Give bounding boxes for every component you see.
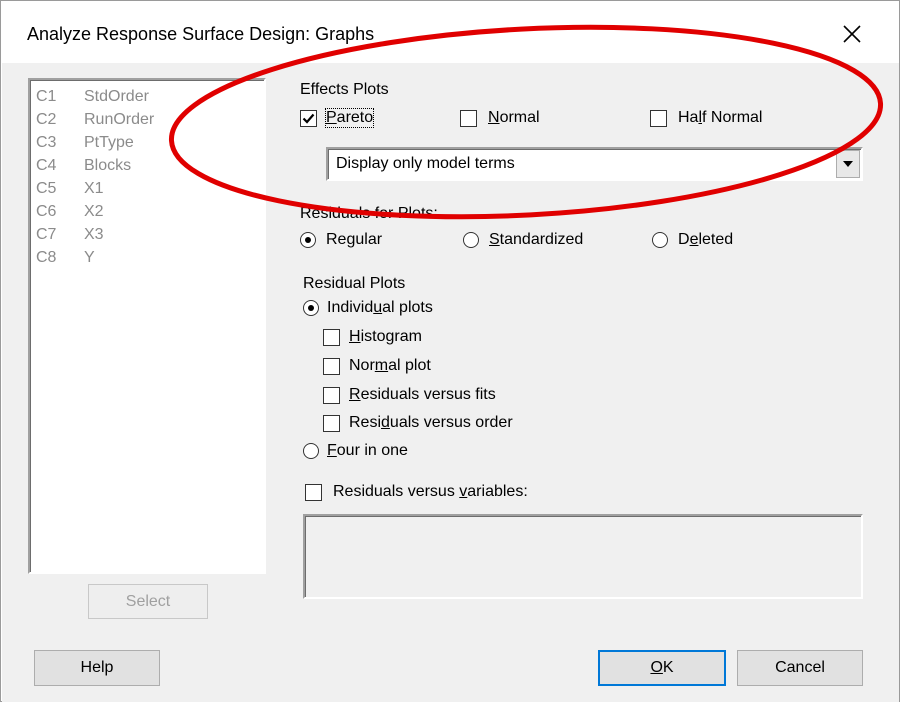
normal-checkbox[interactable] (460, 110, 477, 127)
half-normal-label[interactable]: Half Normal (678, 109, 762, 127)
column-name: X3 (84, 226, 104, 243)
dialog-title: Analyze Response Surface Design: Graphs (27, 24, 375, 44)
column-id: C2 (36, 111, 57, 128)
residuals-vs-fits-label[interactable]: Residuals versus fits (349, 386, 496, 404)
column-name: RunOrder (84, 111, 155, 128)
half-normal-checkbox[interactable] (650, 110, 667, 127)
column-name: X2 (84, 203, 104, 220)
column-id: C7 (36, 226, 57, 243)
ok-mnemonic: O (650, 659, 663, 676)
four-in-one-label[interactable]: Four in one (327, 442, 408, 460)
list-item[interactable]: C5 X1 (36, 180, 104, 203)
list-item[interactable]: C3 PtType (36, 134, 134, 157)
list-item[interactable]: C1 StdOrder (36, 88, 149, 111)
column-name: Y (84, 249, 95, 266)
close-button[interactable] (828, 10, 876, 58)
list-item[interactable]: C8 Y (36, 249, 95, 272)
effects-plots-heading: Effects Plots (300, 81, 389, 98)
normal-label[interactable]: Normal (488, 109, 540, 127)
pareto-checkbox[interactable] (300, 110, 317, 127)
column-id: C1 (36, 88, 57, 105)
column-id: C4 (36, 157, 57, 174)
histogram-checkbox[interactable] (323, 329, 340, 346)
histogram-label[interactable]: Histogram (349, 328, 422, 346)
deleted-label[interactable]: Deleted (678, 231, 733, 249)
residuals-for-plots-heading: Residuals for Plots: (300, 205, 438, 222)
standardized-radio[interactable] (463, 232, 479, 248)
radio-selected-dot (305, 237, 311, 243)
cancel-button[interactable]: Cancel (737, 650, 863, 686)
individual-plots-label[interactable]: Individual plots (327, 299, 433, 317)
select-button[interactable]: Select (88, 584, 208, 619)
residuals-vs-order-label[interactable]: Residuals versus order (349, 414, 513, 432)
dialog-window: Analyze Response Surface Design: Graphs … (0, 0, 900, 702)
dialog-client-area: C1 StdOrder C2 RunOrder C3 PtType C4 Blocks … (2, 63, 899, 702)
ok-button[interactable]: OK (598, 650, 726, 686)
effects-terms-value: Display only model terms (336, 155, 515, 172)
close-icon (843, 25, 861, 43)
normal-plot-checkbox[interactable] (323, 358, 340, 375)
pareto-label[interactable]: Pareto (324, 108, 375, 128)
checkmark-icon (302, 113, 315, 124)
effects-terms-dropdown[interactable]: Display only model terms (326, 147, 863, 181)
column-name: PtType (84, 134, 134, 151)
column-name: Blocks (84, 157, 132, 174)
residuals-vs-fits-checkbox[interactable] (323, 387, 340, 404)
dropdown-arrow-button[interactable] (836, 150, 860, 178)
regular-label[interactable]: Regular (326, 231, 382, 249)
individual-plots-radio[interactable] (303, 300, 319, 316)
list-item[interactable]: C2 RunOrder (36, 111, 154, 134)
residuals-vs-variables-checkbox[interactable] (305, 484, 322, 501)
column-name: X1 (84, 180, 104, 197)
list-item[interactable]: C7 X3 (36, 226, 104, 249)
residuals-vs-variables-label[interactable]: Residuals versus variables: (333, 483, 528, 501)
standardized-label[interactable]: Standardized (489, 231, 583, 249)
column-id: C3 (36, 134, 57, 151)
column-id: C5 (36, 180, 57, 197)
help-button[interactable]: Help (34, 650, 160, 686)
column-id: C6 (36, 203, 57, 220)
residuals-variables-input[interactable] (303, 514, 863, 599)
radio-selected-dot (308, 305, 314, 311)
ok-label: K (662, 659, 674, 676)
column-name: StdOrder (84, 88, 149, 105)
normal-plot-label[interactable]: Normal plot (349, 357, 431, 375)
list-item[interactable]: C4 Blocks (36, 157, 131, 180)
variables-list[interactable]: C1 StdOrder C2 RunOrder C3 PtType C4 Blocks … (28, 78, 266, 574)
residual-plots-heading: Residual Plots (303, 275, 406, 292)
list-item[interactable]: C6 X2 (36, 203, 104, 226)
residuals-vs-order-checkbox[interactable] (323, 415, 340, 432)
four-in-one-radio[interactable] (303, 443, 319, 459)
title-bar: Analyze Response Surface Design: Graphs (2, 2, 899, 64)
chevron-down-icon (843, 161, 853, 167)
deleted-radio[interactable] (652, 232, 668, 248)
regular-radio[interactable] (300, 232, 316, 248)
column-id: C8 (36, 249, 57, 266)
